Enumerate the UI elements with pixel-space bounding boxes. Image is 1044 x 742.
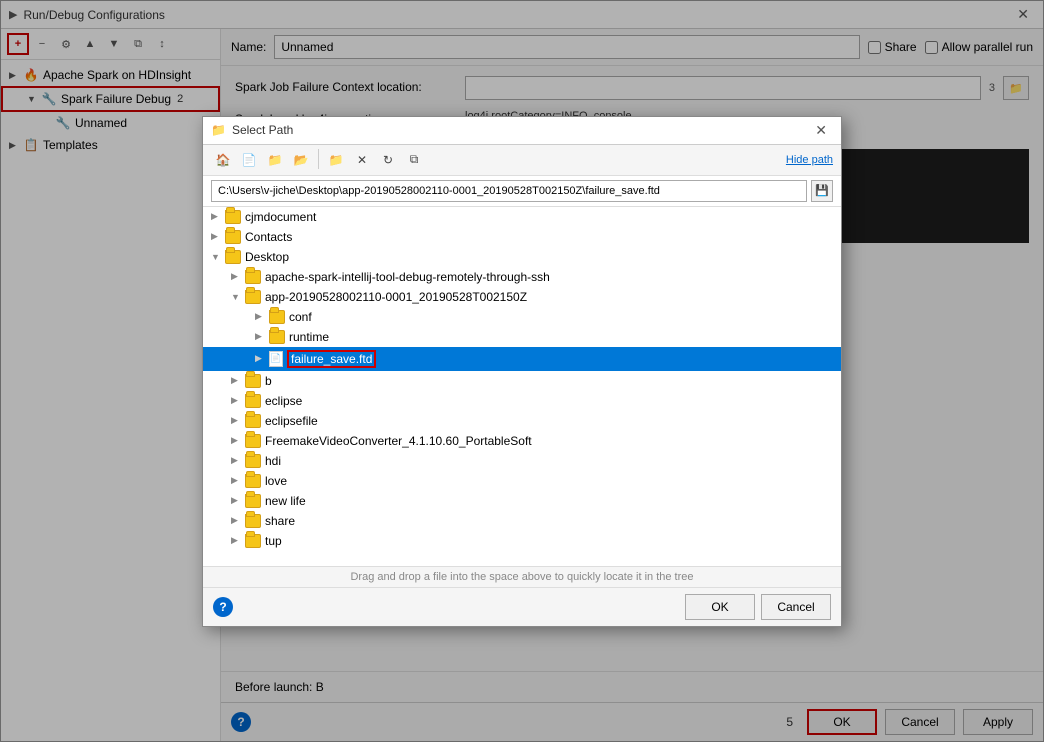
file-icon-failure-save: 📄 <box>269 351 283 367</box>
save-path-button[interactable]: 💾 <box>811 180 833 202</box>
folder-icon-new-life <box>245 494 261 508</box>
tree-item-share[interactable]: ▶ share <box>203 511 841 531</box>
dialog-toolbar: 🏠 📄 📁 📂 📁 ✕ ↻ ⧉ Hide path <box>203 145 841 176</box>
tree-item-new-life[interactable]: ▶ new life <box>203 491 841 511</box>
item-label: tup <box>265 534 282 548</box>
item-label: Desktop <box>245 250 289 264</box>
item-label: FreemakeVideoConverter_4.1.10.60_Portabl… <box>265 434 532 448</box>
folder-icon-desktop <box>225 250 241 264</box>
item-label: conf <box>289 310 312 324</box>
dialog-bottom: ? OK Cancel <box>203 588 841 626</box>
up-button[interactable]: 📄 <box>237 149 261 171</box>
item-label: runtime <box>289 330 329 344</box>
item-label: app-20190528002110-0001_20190528T002150Z <box>265 290 527 304</box>
item-label: apache-spark-intellij-tool-debug-remotel… <box>265 270 550 284</box>
folder-icon-runtime <box>269 330 285 344</box>
expander-icon: ▶ <box>231 435 245 446</box>
dialog-path-bar: 💾 <box>203 176 841 207</box>
item-label: failure_save.ftd <box>287 350 376 368</box>
item-label: cjmdocument <box>245 210 316 224</box>
tree-item-cjmdocument[interactable]: ▶ cjmdocument <box>203 207 841 227</box>
home-button[interactable]: 🏠 <box>211 149 235 171</box>
tree-item-failure-save[interactable]: ▶ 📄 failure_save.ftd <box>203 347 841 371</box>
folder-icon-eclipse <box>245 394 261 408</box>
tree-item-love[interactable]: ▶ love <box>203 471 841 491</box>
tree-item-app-folder[interactable]: ▼ app-20190528002110-0001_20190528T00215… <box>203 287 841 307</box>
expander-icon: ▶ <box>255 311 269 322</box>
tree-item-hdi[interactable]: ▶ hdi <box>203 451 841 471</box>
dialog-bottom-buttons: OK Cancel <box>685 594 831 620</box>
folder-icon-app <box>245 290 261 304</box>
new-folder-button[interactable]: 📁 <box>263 149 287 171</box>
expander-icon: ▶ <box>231 515 245 526</box>
tree-item-conf[interactable]: ▶ conf <box>203 307 841 327</box>
toolbar-separator <box>318 149 319 169</box>
item-label: Contacts <box>245 230 292 244</box>
expander-icon: ▼ <box>231 292 245 302</box>
expander-icon: ▶ <box>231 535 245 546</box>
dialog-help-button[interactable]: ? <box>213 597 233 617</box>
dialog-ok-button[interactable]: OK <box>685 594 755 620</box>
item-label: b <box>265 374 272 388</box>
folder-icon-hdi <box>245 454 261 468</box>
hide-path-link[interactable]: Hide path <box>786 154 833 166</box>
folder-icon-contacts <box>225 230 241 244</box>
dialog-close-button[interactable]: ✕ <box>809 120 833 141</box>
folder-icon-apache-spark <box>245 270 261 284</box>
expander-icon: ▶ <box>231 375 245 386</box>
folder-icon-share <box>245 514 261 528</box>
tree-item-tup[interactable]: ▶ tup <box>203 531 841 551</box>
item-label: eclipsefile <box>265 414 318 428</box>
dialog-toolbar-left: 🏠 📄 📁 📂 📁 ✕ ↻ ⧉ <box>211 149 426 171</box>
item-label: eclipse <box>265 394 302 408</box>
tree-item-eclipse[interactable]: ▶ eclipse <box>203 391 841 411</box>
delete-button[interactable]: ✕ <box>350 149 374 171</box>
dialog-title-text: Select Path <box>232 123 293 137</box>
expander-icon: ▶ <box>211 211 225 222</box>
back-button[interactable]: 📁 <box>324 149 348 171</box>
dialog-icon: 📁 <box>211 123 226 137</box>
dialog-path-input[interactable] <box>211 180 807 202</box>
dialog-title: 📁 Select Path <box>211 123 293 137</box>
folder-icon-love <box>245 474 261 488</box>
tree-item-freemake[interactable]: ▶ FreemakeVideoConverter_4.1.10.60_Porta… <box>203 431 841 451</box>
expander-icon: ▶ <box>231 415 245 426</box>
item-label: share <box>265 514 295 528</box>
copy-path-button[interactable]: ⧉ <box>402 149 426 171</box>
item-label: love <box>265 474 287 488</box>
expander-icon: ▼ <box>211 252 225 262</box>
folder2-button[interactable]: 📂 <box>289 149 313 171</box>
expander-icon: ▶ <box>231 495 245 506</box>
question-mark: ? <box>219 600 226 614</box>
dialog-tree-area: ▶ cjmdocument ▶ Contacts ▼ Desktop ▶ apa… <box>203 207 841 567</box>
tree-item-runtime[interactable]: ▶ runtime <box>203 327 841 347</box>
select-path-dialog: 📁 Select Path ✕ 🏠 📄 📁 📂 📁 ✕ ↻ ⧉ Hide pat… <box>202 116 842 627</box>
item-label: hdi <box>265 454 281 468</box>
expander-icon: ▶ <box>231 395 245 406</box>
folder-icon-tup <box>245 534 261 548</box>
expander-icon: ▶ <box>255 353 269 364</box>
tree-item-contacts[interactable]: ▶ Contacts <box>203 227 841 247</box>
folder-icon-cjmdocument <box>225 210 241 224</box>
refresh-button[interactable]: ↻ <box>376 149 400 171</box>
dialog-hint: Drag and drop a file into the space abov… <box>203 567 841 588</box>
dialog-cancel-button[interactable]: Cancel <box>761 594 831 620</box>
expander-icon: ▶ <box>211 231 225 242</box>
item-label: new life <box>265 494 306 508</box>
modal-overlay: 📁 Select Path ✕ 🏠 📄 📁 📂 📁 ✕ ↻ ⧉ Hide pat… <box>0 0 1044 742</box>
folder-icon-b <box>245 374 261 388</box>
expander-icon: ▶ <box>255 331 269 342</box>
expander-icon: ▶ <box>231 271 245 282</box>
expander-icon: ▶ <box>231 455 245 466</box>
folder-icon-conf <box>269 310 285 324</box>
dialog-title-bar: 📁 Select Path ✕ <box>203 117 841 145</box>
folder-icon-eclipsefile <box>245 414 261 428</box>
tree-item-desktop[interactable]: ▼ Desktop <box>203 247 841 267</box>
expander-icon: ▶ <box>231 475 245 486</box>
folder-icon-freemake <box>245 434 261 448</box>
tree-item-eclipsefile[interactable]: ▶ eclipsefile <box>203 411 841 431</box>
tree-item-apache-spark[interactable]: ▶ apache-spark-intellij-tool-debug-remot… <box>203 267 841 287</box>
tree-item-b[interactable]: ▶ b <box>203 371 841 391</box>
